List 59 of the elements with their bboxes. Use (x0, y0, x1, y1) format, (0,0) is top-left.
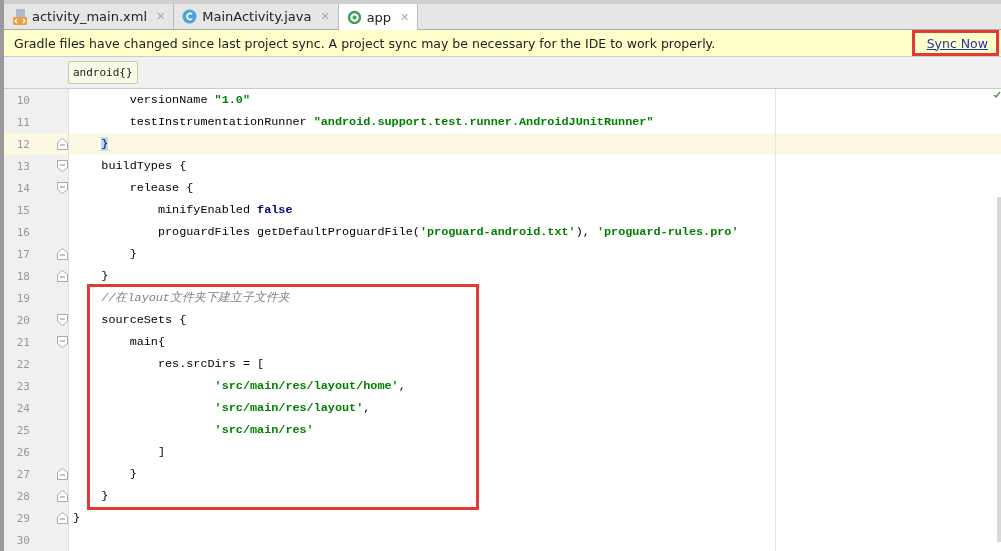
fold-marker-icon[interactable] (57, 248, 68, 260)
line-number: 17 (15, 247, 30, 261)
sync-now-link[interactable]: Sync Now (926, 35, 988, 51)
code-line: } (128, 467, 137, 481)
code-line: } (100, 489, 109, 503)
fold-marker-icon[interactable] (57, 160, 68, 172)
line-number: 23 (15, 379, 30, 393)
line-number: 14 (15, 181, 30, 195)
line-number: 13 (15, 159, 30, 173)
line-number: 12 (15, 137, 30, 151)
fold-marker-icon[interactable] (57, 138, 68, 150)
fold-marker-icon[interactable] (57, 336, 68, 348)
fold-marker-icon[interactable] (57, 490, 68, 502)
line-number: 27 (15, 467, 30, 481)
fold-marker-icon[interactable] (57, 468, 68, 480)
fold-marker-icon[interactable] (57, 270, 68, 282)
code-line: 'src/main/res' (213, 423, 314, 437)
banner-message: Gradle files have changed since last project sync. A project sync may be necessary for the IDE to work properly. (14, 35, 716, 51)
fold-marker-icon[interactable] (57, 182, 68, 194)
line-number: 21 (15, 335, 30, 349)
code-line: } (73, 511, 81, 525)
code-line: res.srcDirs = [ (156, 357, 265, 371)
code-line: ] (156, 445, 166, 459)
code-line: buildTypes { (100, 159, 187, 173)
code-line: //在layout文件夹下建立子文件夹 (100, 290, 290, 306)
code-line: 'src/main/res/layout/home', (213, 379, 406, 393)
line-number: 20 (15, 313, 30, 327)
code-line: 'src/main/res/layout', (213, 401, 371, 415)
line-number: 24 (15, 401, 30, 415)
line-number: 18 (15, 269, 30, 283)
code-line: testInstrumentationRunner "android.support.test.runner.AndroidJUnitRunner" (128, 115, 654, 129)
line-number: 29 (15, 511, 30, 525)
line-number: 30 (15, 533, 30, 547)
check-icon (993, 91, 1001, 99)
ring-icon (346, 9, 362, 25)
code-line: proguardFiles getDefaultProguardFile('proguard-android.txt'), 'proguard-rules.pro' (156, 225, 739, 239)
line-number: 25 (15, 423, 30, 437)
code-line: release { (128, 181, 194, 195)
class-icon (182, 9, 198, 25)
code-line: versionName "1.0" (128, 93, 250, 107)
fold-marker-icon[interactable] (57, 512, 68, 524)
code-line: main{ (128, 335, 166, 349)
xml-file-icon (13, 8, 27, 25)
file-tab[interactable]: app ✕ (338, 4, 419, 31)
line-number: 16 (15, 225, 30, 239)
line-number: 10 (15, 93, 30, 107)
line-number: 28 (15, 489, 30, 503)
code-line: sourceSets { (100, 313, 187, 327)
code-line: minifyEnabled false (156, 203, 293, 217)
code-line: } (100, 269, 109, 283)
scrollbar-thumb[interactable] (997, 197, 1001, 542)
line-number: 11 (15, 115, 30, 129)
code-line: } (128, 247, 137, 261)
line-number: 26 (15, 445, 30, 459)
fold-marker-icon[interactable] (57, 314, 68, 326)
line-number: 15 (15, 203, 30, 217)
line-number: 19 (15, 291, 30, 305)
breadcrumb[interactable]: android{} (68, 61, 138, 85)
line-number: 22 (15, 357, 30, 371)
